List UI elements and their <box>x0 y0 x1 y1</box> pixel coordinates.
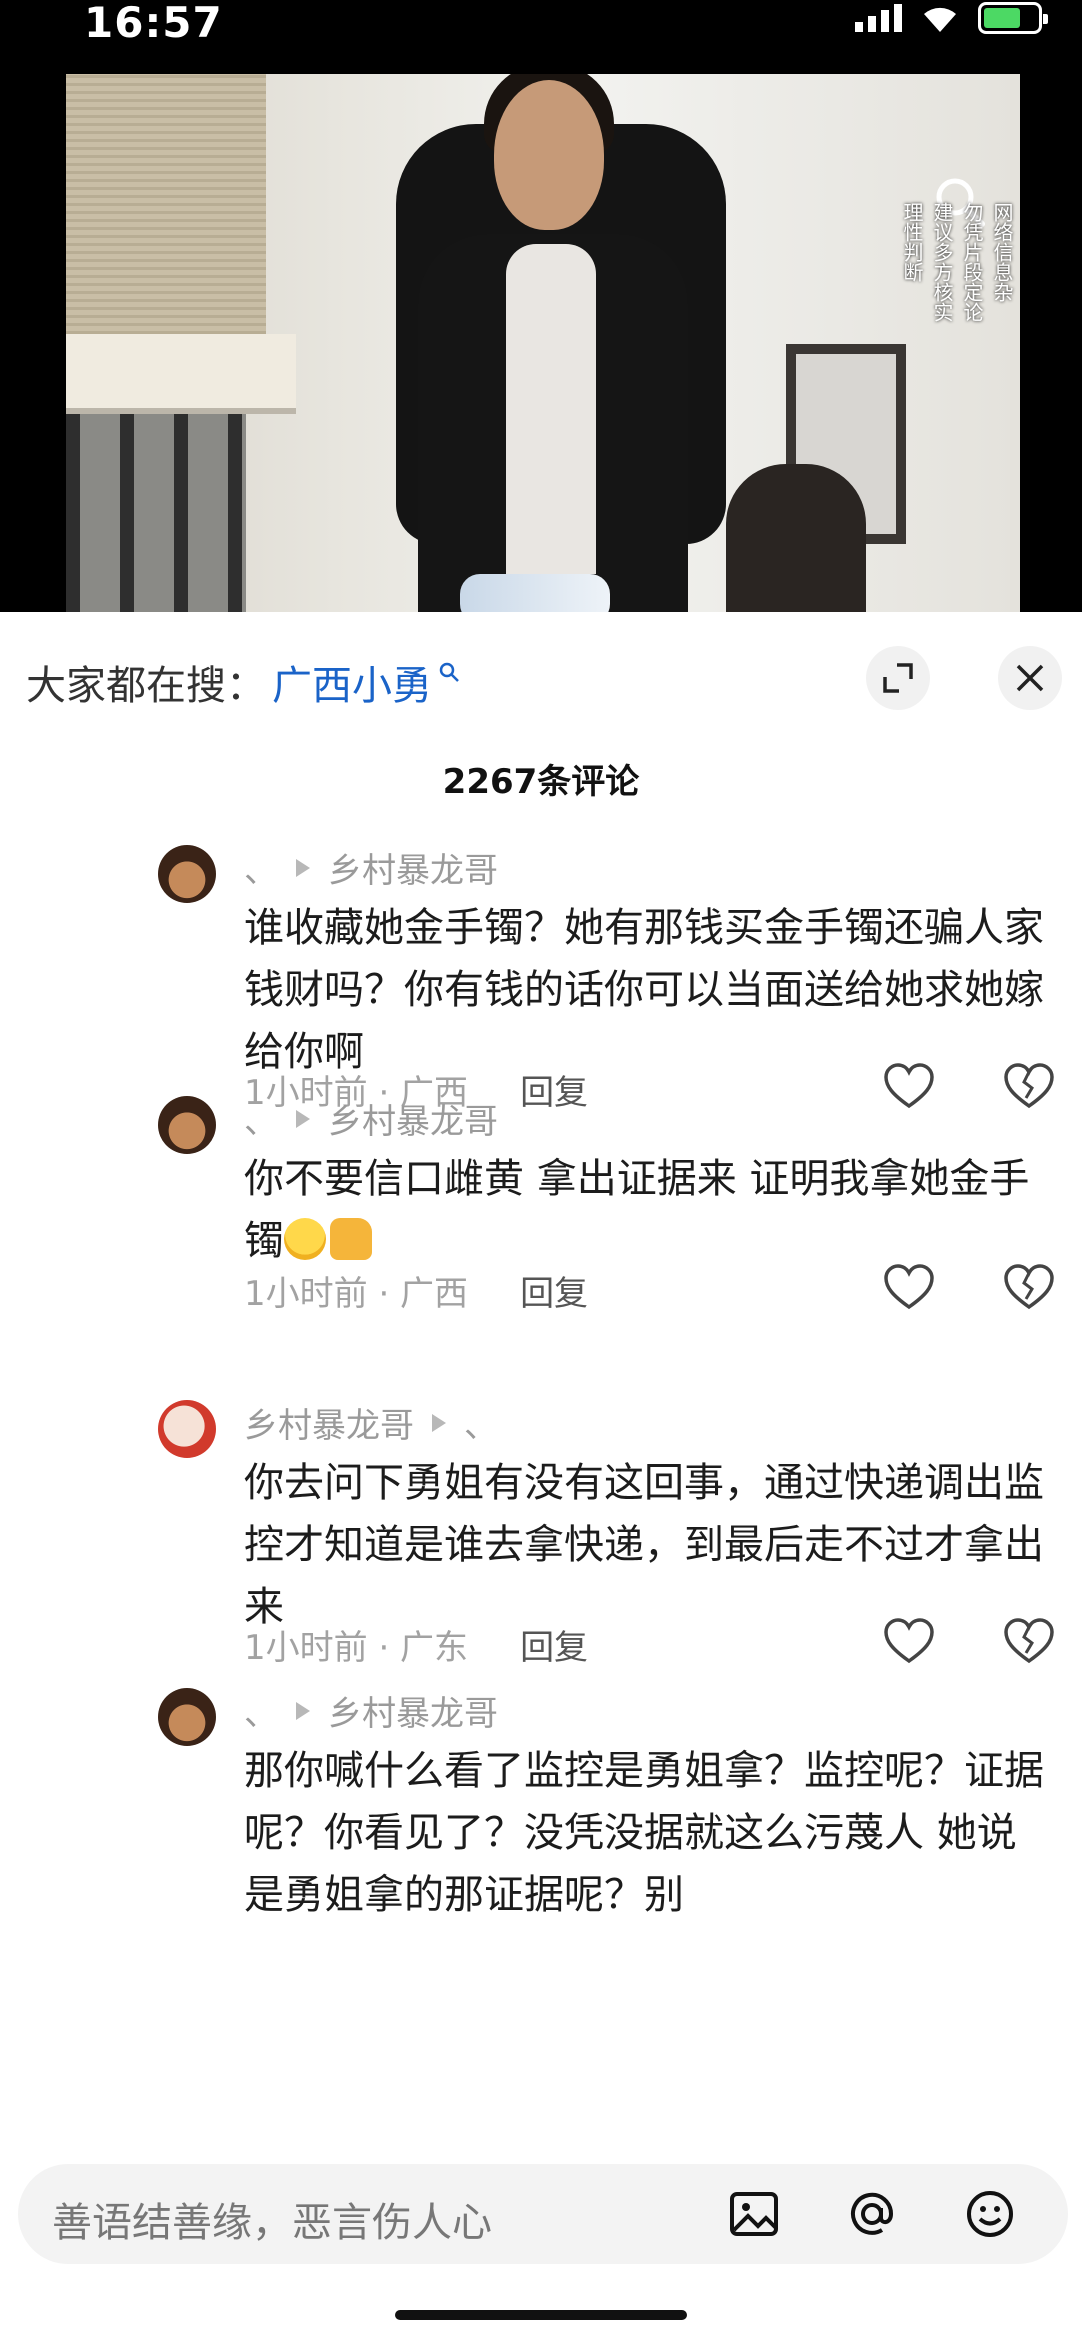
close-button[interactable] <box>998 646 1062 710</box>
heart-icon[interactable] <box>882 1263 936 1311</box>
window-blind <box>66 74 266 374</box>
grin-sweat-emoji <box>284 1218 326 1260</box>
video-area[interactable]: 16:57 网络信息杂 勿凭片段定论 建议多方核实 理性判断 <box>0 0 1082 612</box>
username[interactable]: 乡村暴龙哥 <box>328 843 498 892</box>
comment-input[interactable]: 善语结善缘，恶言伤人心 <box>18 2164 1068 2264</box>
avatar[interactable] <box>158 845 216 903</box>
battery-icon <box>978 2 1048 34</box>
reply-prefix: 、 <box>244 1102 278 1142</box>
search-small-icon <box>439 662 459 682</box>
trending-label: 大家都在搜： <box>26 663 266 709</box>
broken-heart-icon[interactable] <box>1002 1617 1056 1665</box>
thumbs-up-emoji <box>330 1218 372 1260</box>
comment-time-location: 1小时前 · 广东 <box>244 1628 469 1668</box>
trending-search[interactable]: 大家都在搜： 广西小勇 <box>26 652 460 712</box>
reply-button[interactable]: 回复 <box>520 1620 588 1669</box>
avatar[interactable] <box>158 1400 216 1458</box>
reply-arrow-icon <box>296 1109 310 1128</box>
close-icon <box>1016 664 1044 692</box>
username[interactable]: 乡村暴龙哥 <box>328 1686 498 1735</box>
reply-arrow-icon <box>296 858 310 877</box>
comment-text: 那你喊什么看了监控是勇姐拿？监控呢？证据呢？你看见了？没凭没据就这么污蔑人 她说… <box>244 1748 1044 1918</box>
comment-time-location: 1小时前 · 广西 <box>244 1274 469 1314</box>
image-icon[interactable] <box>726 2186 782 2242</box>
heart-icon[interactable] <box>882 1617 936 1665</box>
comment-text: 你不要信口雌黄 拿出证据来 证明我拿她金手镯 <box>244 1156 1030 1264</box>
mention-icon[interactable] <box>844 2186 900 2242</box>
comment-text: 谁收藏她金手镯？她有那钱买金手镯还骗人家钱财吗？你有钱的话你可以当面送给她求她嫁… <box>244 905 1044 1075</box>
wifi-icon <box>924 7 956 33</box>
avatar[interactable] <box>158 1688 216 1746</box>
home-indicator <box>395 2310 687 2320</box>
broken-heart-icon[interactable] <box>1002 1263 1056 1311</box>
heart-icon[interactable] <box>882 1062 936 1110</box>
comment-input-bar: 善语结善缘，恶言伤人心 <box>0 2132 1082 2340</box>
reply-arrow-icon <box>432 1413 446 1432</box>
reply-prefix: 、 <box>244 851 278 891</box>
username[interactable]: 乡村暴龙哥 <box>244 1398 414 1447</box>
reply-button[interactable]: 回复 <box>520 1065 588 1114</box>
water-bottle <box>460 574 610 612</box>
username[interactable]: 乡村暴龙哥 <box>328 1094 498 1143</box>
status-time: 16:57 <box>84 0 223 47</box>
signal-icon <box>855 4 902 32</box>
expand-button[interactable] <box>866 646 930 710</box>
emoji-icon[interactable] <box>962 2186 1018 2242</box>
comment-input-placeholder: 善语结善缘，恶言伤人心 <box>52 2200 492 2246</box>
comment-sheet: 大家都在搜： 广西小勇 2267条评论 、 乡村暴龙哥 谁收藏她金手镯？她有那钱… <box>0 612 1082 2340</box>
video-disclaimer: 网络信息杂 勿凭片段定论 建议多方核实 理性判断 <box>900 202 1014 322</box>
comment-item[interactable]: 、 乡村暴龙哥 那你喊什么看了监控是勇姐拿？监控呢？证据呢？你看见了？没凭没据就… <box>0 1680 1082 2130</box>
trending-term[interactable]: 广西小勇 <box>272 653 432 711</box>
comment-text: 你去问下勇姐有没有这回事，通过快递调出监控才知道是谁去拿快递，到最后走不过才拿出… <box>244 1460 1044 1630</box>
reply-arrow-icon <box>296 1701 310 1720</box>
expand-icon <box>883 663 913 693</box>
status-icons <box>855 0 1048 36</box>
reply-button[interactable]: 回复 <box>520 1266 588 1315</box>
comment-count: 2267条评论 <box>442 762 640 802</box>
broken-heart-icon[interactable] <box>1002 1062 1056 1110</box>
avatar[interactable] <box>158 1096 216 1154</box>
reply-prefix: 、 <box>244 1694 278 1734</box>
video-frame[interactable]: 网络信息杂 勿凭片段定论 建议多方核实 理性判断 <box>66 74 1020 612</box>
reply-prefix: 、 <box>464 1406 498 1446</box>
